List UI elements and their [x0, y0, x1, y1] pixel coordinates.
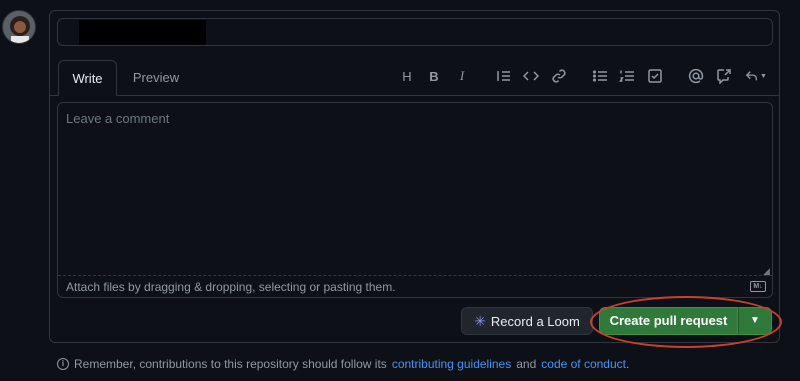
record-loom-label: Record a Loom: [490, 313, 580, 329]
code-icon: [523, 71, 539, 81]
italic-button[interactable]: I: [451, 65, 473, 87]
redacted-title: [79, 20, 206, 45]
ordered-list-button[interactable]: [616, 65, 638, 87]
link-button[interactable]: [548, 65, 570, 87]
mention-button[interactable]: [685, 65, 707, 87]
unordered-list-icon: [592, 70, 607, 82]
heading-button[interactable]: H: [396, 65, 418, 87]
reference-button[interactable]: [713, 65, 735, 87]
record-loom-button[interactable]: ✳ Record a Loom: [461, 307, 593, 335]
caret-down-icon: ▼: [750, 315, 760, 326]
title-input[interactable]: [57, 18, 773, 46]
note-and: and: [516, 357, 537, 371]
note-suffix: .: [626, 357, 630, 371]
link-icon: [552, 69, 566, 83]
loom-icon: ✳: [474, 312, 486, 329]
avatar: [2, 10, 36, 44]
task-list-icon: [648, 69, 662, 83]
contribution-note: i Remember, contributions to this reposi…: [57, 357, 629, 371]
comment-editor: ◢ Attach files by dragging & dropping, s…: [57, 102, 773, 298]
saved-replies-button[interactable]: ▼: [742, 65, 770, 87]
attach-hint: Attach files by dragging & dropping, sel…: [66, 280, 396, 294]
contributing-guidelines-link[interactable]: contributing guidelines: [392, 357, 511, 371]
resize-handle[interactable]: ◢: [763, 267, 771, 276]
reply-icon: [745, 71, 758, 81]
unordered-list-button[interactable]: [589, 65, 611, 87]
task-list-button[interactable]: [644, 65, 666, 87]
chevron-down-icon: ▼: [760, 72, 767, 80]
create-pull-request-button[interactable]: Create pull request: [599, 307, 738, 335]
cross-reference-icon: [717, 69, 731, 84]
code-of-conduct-link[interactable]: code of conduct: [541, 357, 626, 371]
tab-preview[interactable]: Preview: [120, 60, 192, 96]
italic-icon: I: [459, 68, 465, 83]
quote-icon: [497, 71, 510, 81]
ordered-list-icon: [619, 70, 634, 82]
bold-button[interactable]: B: [423, 65, 445, 87]
quote-button[interactable]: [493, 65, 515, 87]
attach-files-area[interactable]: Attach files by dragging & dropping, sel…: [58, 275, 772, 297]
heading-icon: H: [402, 68, 412, 84]
code-button[interactable]: [520, 65, 542, 87]
comment-textarea[interactable]: [58, 103, 772, 275]
markdown-icon: M↓: [750, 281, 766, 292]
new-pr-form: Write Preview H B I ▼ ◢ Attach files by …: [49, 10, 780, 343]
tab-write[interactable]: Write: [58, 60, 117, 96]
info-icon: i: [57, 358, 69, 370]
bold-icon: B: [429, 68, 439, 84]
create-options-dropdown[interactable]: ▼: [738, 307, 772, 335]
mention-icon: [688, 68, 704, 84]
note-prefix: Remember, contributions to this reposito…: [74, 357, 387, 371]
tab-divider: [50, 95, 779, 96]
